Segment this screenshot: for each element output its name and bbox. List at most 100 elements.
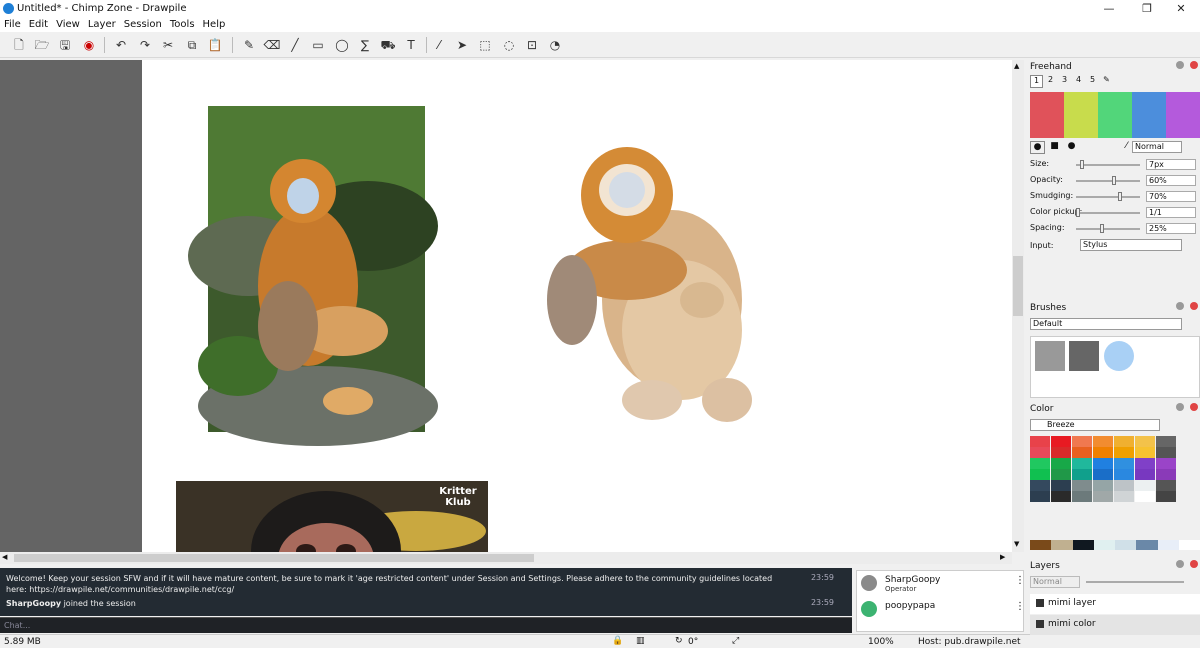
recent-color-swatch[interactable] [1178,540,1200,550]
recent-color-swatch[interactable] [1030,540,1052,550]
scroll-right-icon[interactable]: ▶ [1000,553,1005,561]
palette-swatch[interactable] [1093,491,1113,502]
palette-swatch[interactable] [1093,480,1113,491]
layer-visibility-icon[interactable] [1036,599,1044,607]
palette-swatch[interactable] [1093,447,1113,458]
recent-color-swatch[interactable] [1115,540,1137,550]
user-item[interactable]: SharpGoopy Operator [859,573,1019,595]
layer-row[interactable]: mimi color [1030,615,1200,635]
open-folder-icon[interactable]: 🗁 [33,36,51,54]
palette-swatch[interactable] [1030,491,1050,502]
palette-swatch[interactable] [1156,491,1176,502]
dock-float-icon[interactable] [1176,403,1184,411]
round-brush-icon[interactable]: ● [1030,141,1045,154]
palette-swatch[interactable] [1114,480,1134,491]
palette-swatch[interactable] [1051,447,1071,458]
palette-swatch[interactable] [1051,436,1071,447]
setting-value[interactable]: 70% [1146,191,1196,202]
palette-swatch[interactable] [1030,458,1050,469]
brush-color-strip[interactable] [1030,92,1200,138]
menu-layer[interactable]: Layer [84,18,120,32]
square-brush-icon[interactable]: ■ [1047,141,1062,154]
slider-handle[interactable] [1118,192,1122,201]
scroll-down-icon[interactable]: ▼ [1014,540,1019,548]
brush-preset-swatch[interactable] [1104,341,1134,371]
palette-swatch[interactable] [1156,480,1176,491]
brush-slot-color[interactable] [1166,92,1200,138]
palette-select[interactable]: Breeze [1030,419,1160,431]
setting-slider[interactable] [1076,196,1140,198]
recent-color-swatch[interactable] [1072,540,1094,550]
brush-slot-4[interactable]: 4 [1072,75,1085,88]
zoom-tool-icon[interactable]: ⊡ [523,36,541,54]
menu-file[interactable]: File [0,18,25,32]
palette-swatch[interactable] [1093,458,1113,469]
layer-blend-select[interactable]: Normal [1030,576,1080,588]
canvas-horizontal-scrollbar[interactable]: ◀ ▶ [0,552,1012,564]
palette-swatch[interactable] [1114,447,1134,458]
line-tool-icon[interactable]: ╱ [286,36,304,54]
slider-handle[interactable] [1080,160,1084,169]
palette-swatch[interactable] [1156,458,1176,469]
copy-icon[interactable]: ⧉ [183,36,201,54]
recent-color-swatch[interactable] [1051,540,1073,550]
undo-icon[interactable]: ↶ [112,36,130,54]
bezier-curve-icon[interactable]: ∑ [356,36,374,54]
record-icon[interactable]: ◉ [80,36,98,54]
lock-icon[interactable]: 🔒 [612,636,623,646]
palette-swatch[interactable] [1030,436,1050,447]
brush-preset-swatch[interactable] [1035,341,1065,371]
palette-swatch[interactable] [1093,469,1113,480]
setting-slider[interactable] [1076,180,1140,182]
brush-slot-2[interactable]: 2 [1044,75,1057,88]
recent-color-swatch[interactable] [1136,540,1158,550]
brush-slot-5[interactable]: 5 [1086,75,1099,88]
layer-opacity-slider[interactable] [1086,581,1184,583]
dock-close-icon[interactable] [1190,302,1198,310]
palette-swatch[interactable] [1114,458,1134,469]
inspector-tool-icon[interactable]: ◔ [546,36,564,54]
slider-handle[interactable] [1112,176,1116,185]
palette-swatch[interactable] [1135,469,1155,480]
palette-swatch[interactable] [1135,458,1155,469]
palette-swatch[interactable] [1072,458,1092,469]
fill-bucket-icon[interactable]: ⛟ [379,36,397,54]
blend-mode-select[interactable]: Normal [1132,141,1182,153]
eraser-slot-icon[interactable]: ✎ [1100,75,1113,88]
palette-swatch[interactable] [1156,447,1176,458]
palette-swatch[interactable] [1114,469,1134,480]
recent-color-swatch[interactable] [1157,540,1179,550]
recent-colors[interactable] [1030,540,1200,550]
dock-float-icon[interactable] [1176,61,1184,69]
brush-slot-color[interactable] [1098,92,1132,138]
palette-swatch[interactable] [1072,447,1092,458]
laser-pointer-icon[interactable]: ➤ [453,36,471,54]
canvas-view[interactable]: Kritter Klub [0,60,1012,552]
setting-value[interactable]: 1/1 [1146,207,1196,218]
dock-float-icon[interactable] [1176,302,1184,310]
setting-value[interactable]: 7px [1146,159,1196,170]
palette-swatch[interactable] [1114,491,1134,502]
color-picker-icon[interactable]: ⁄ [430,36,448,54]
input-select[interactable]: Stylus [1080,239,1182,251]
palette-swatch[interactable] [1051,458,1071,469]
slider-handle[interactable] [1100,224,1104,233]
rotate-icon[interactable]: ↻ [675,636,683,646]
setting-slider[interactable] [1076,212,1140,214]
palette-swatch[interactable] [1135,436,1155,447]
scroll-thumb[interactable] [1013,256,1023,316]
brush-slot-color[interactable] [1030,92,1064,138]
user-item[interactable]: poopypapa [859,599,1019,621]
palette-swatch[interactable] [1135,480,1155,491]
palette-swatch[interactable] [1030,480,1050,491]
zoom-value[interactable]: 100% [868,637,894,647]
soft-brush-icon[interactable]: ● [1064,141,1079,154]
palette-swatch[interactable] [1051,469,1071,480]
lasso-select-icon[interactable]: ◌ [500,36,518,54]
palette-swatch[interactable] [1030,469,1050,480]
chat-input[interactable]: Chat... [0,617,852,633]
dock-float-icon[interactable] [1176,560,1184,568]
palette-swatch[interactable] [1051,480,1071,491]
drawing-canvas[interactable]: Kritter Klub [142,60,1012,552]
user-menu-icon[interactable]: ⋮ [1015,575,1025,586]
